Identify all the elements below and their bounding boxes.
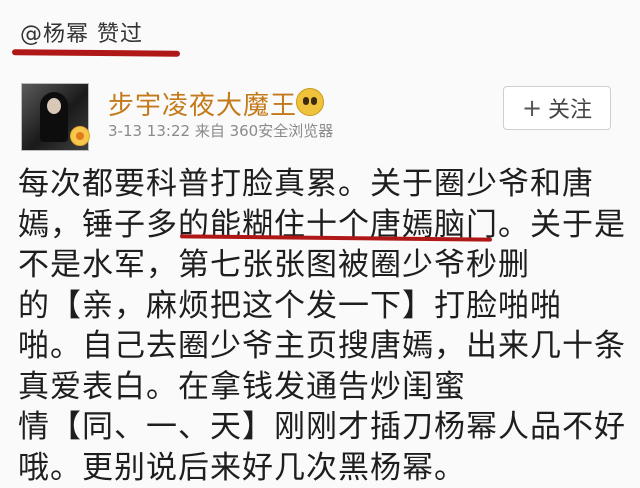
post-line: 情【同、一、天】刚刚才插刀杨幂人品不好 <box>18 407 628 448</box>
post-meta: 3-13 13:22 来自 360安全浏览器 <box>108 120 333 141</box>
post-line: 啪。自己去圈少爷主页搜唐嫣，出来几十条 <box>18 326 628 367</box>
follow-button[interactable]: + 关注 <box>503 86 611 130</box>
post-line: 不是水军，第七张张图被圈少爷秒删 <box>18 245 628 286</box>
post-line: 真爱表白。在拿钱发通告炒闺蜜 <box>18 367 628 408</box>
mention-handle[interactable]: @杨幂 <box>20 22 89 47</box>
username-link[interactable]: 步宇凌夜大魔王 <box>108 85 297 122</box>
emoji-icon <box>296 88 324 116</box>
post-line: 的【亲，麻烦把这个发一下】打脸啪啪 <box>18 286 628 327</box>
post-source: 来自 360安全浏览器 <box>195 122 333 140</box>
follow-label: 关注 <box>548 92 592 124</box>
verified-badge-icon <box>70 126 90 146</box>
post-line: 每次都要科普打脸真累。关于圈少爷和唐 <box>18 164 628 205</box>
avatar-face <box>47 98 61 114</box>
post-line: 哦。更别说后来好几次黑杨幂。 <box>18 448 628 488</box>
post-content: 每次都要科普打脸真累。关于圈少爷和唐 嫣，锤子多的能糊住十个唐嫣脑门。关于是 不… <box>18 164 628 488</box>
post-time[interactable]: 3-13 13:22 <box>108 122 190 140</box>
mention-header[interactable]: @杨幂 赞过 <box>20 16 143 48</box>
mention-note: 赞过 <box>97 22 143 47</box>
plus-icon: + <box>522 94 542 122</box>
red-underline-mark <box>12 49 180 56</box>
